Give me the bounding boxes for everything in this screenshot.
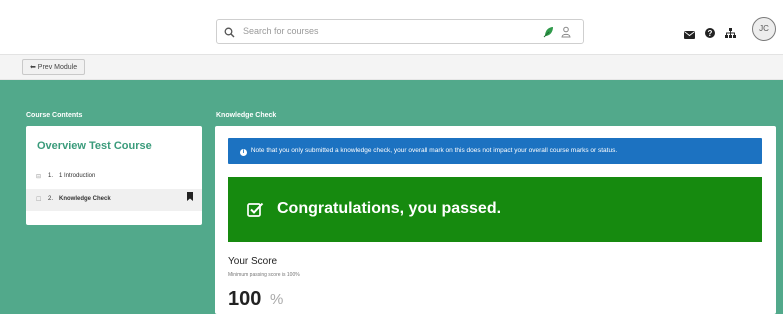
search-icon[interactable] bbox=[224, 25, 235, 43]
avatar[interactable]: JC bbox=[752, 17, 776, 41]
leaf-icon[interactable] bbox=[543, 25, 554, 43]
course-title[interactable]: Overview Test Course bbox=[37, 140, 152, 152]
top-bar: Search for courses ? JC bbox=[0, 0, 783, 55]
sidebar-item-introduction[interactable]: ⊟ 1. 1 Introduction bbox=[26, 166, 202, 188]
success-banner: Congratulations, you passed. bbox=[228, 177, 762, 242]
info-alert: i Note that you only submitted a knowled… bbox=[228, 138, 762, 164]
score-label: Your Score bbox=[228, 256, 278, 267]
sidebar-item-number: 1. bbox=[48, 173, 54, 179]
passing-score-note: Minimum passing score is 100% bbox=[228, 272, 300, 278]
knowledge-check-heading: Knowledge Check bbox=[216, 112, 277, 119]
edit-icon: ☐ bbox=[36, 197, 42, 203]
course-contents-panel: Overview Test Course ⊟ 1. 1 Introduction… bbox=[26, 126, 202, 225]
course-contents-heading: Course Contents bbox=[26, 112, 83, 119]
info-alert-text: Note that you only submitted a knowledge… bbox=[250, 147, 618, 154]
sidebar-item-label: 1 Introduction bbox=[59, 173, 96, 179]
sidebar-item-knowledge-check[interactable]: ☐ 2. Knowledge Check bbox=[26, 189, 202, 211]
checkbox-icon bbox=[247, 201, 264, 223]
help-icon[interactable]: ? bbox=[705, 25, 715, 43]
person-icon[interactable] bbox=[561, 25, 571, 43]
success-message: Congratulations, you passed. bbox=[277, 200, 502, 217]
prev-module-button[interactable]: ⬅ Prev Module bbox=[22, 59, 86, 75]
knowledge-check-panel: i Note that you only submitted a knowled… bbox=[215, 126, 776, 314]
envelope-icon[interactable] bbox=[684, 26, 695, 44]
sidebar-item-label: Knowledge Check bbox=[59, 196, 111, 202]
svg-text:?: ? bbox=[708, 29, 713, 38]
score-value: 100 bbox=[228, 288, 262, 310]
search-bar[interactable]: Search for courses bbox=[216, 19, 584, 44]
lesson-icon: ⊟ bbox=[36, 174, 42, 180]
search-input[interactable]: Search for courses bbox=[243, 26, 319, 36]
info-icon: i bbox=[240, 149, 247, 156]
score-unit: % bbox=[270, 291, 284, 308]
bookmark-icon[interactable] bbox=[187, 192, 193, 203]
sitemap-icon[interactable] bbox=[725, 25, 736, 43]
module-nav-bar: ⬅ Prev Module bbox=[0, 55, 783, 80]
sidebar-item-number: 2. bbox=[48, 196, 54, 202]
